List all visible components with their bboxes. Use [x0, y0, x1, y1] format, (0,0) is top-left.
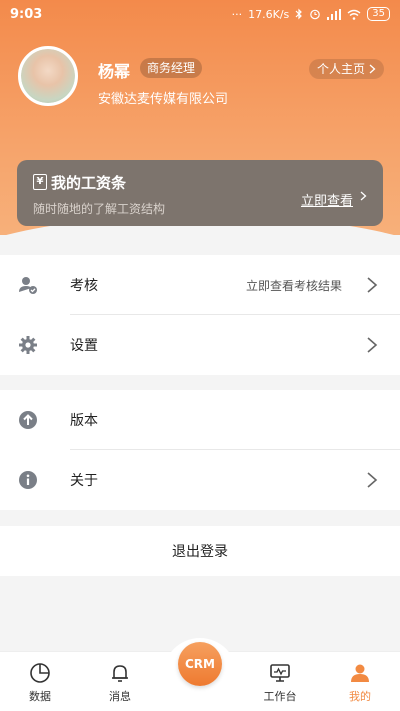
- status-indicators: ··· 17.6K/s 35: [232, 7, 390, 21]
- user-name: 杨幂: [98, 62, 131, 81]
- nav-label-workbench: 工作台: [263, 690, 297, 703]
- menu-item-settings[interactable]: 设置: [0, 315, 400, 375]
- user-check-icon: [19, 277, 37, 294]
- nav-label-data: 数据: [29, 690, 51, 703]
- menu-group-primary: 考核 立即查看考核结果 设置: [0, 255, 400, 375]
- dots-icon: ···: [231, 7, 243, 21]
- nav-tab-workbench[interactable]: 工作台: [250, 662, 310, 704]
- personal-homepage-button[interactable]: 个人主页: [308, 59, 384, 79]
- salary-title: 我的工资条: [51, 174, 127, 192]
- company-name: 安徽达麦传媒有限公司: [98, 92, 229, 107]
- arrow-up-circle-icon: [19, 411, 37, 429]
- menu-item-version[interactable]: 版本: [0, 390, 400, 450]
- avatar[interactable]: [18, 46, 78, 106]
- menu-item-about[interactable]: 关于: [0, 450, 400, 510]
- chevron-right-icon: [367, 472, 378, 488]
- battery-indicator: 35: [367, 7, 390, 21]
- assessment-hint: 立即查看考核结果: [245, 278, 342, 293]
- logout-label: 退出登录: [172, 544, 228, 560]
- logout-button[interactable]: 退出登录: [0, 526, 400, 576]
- crm-label: CRM: [185, 657, 215, 671]
- home-link-label: 个人主页: [316, 62, 365, 76]
- status-bar: 9:03 ··· 17.6K/s 35: [0, 0, 400, 28]
- settings-label: 设置: [70, 338, 98, 354]
- person-icon: [351, 664, 369, 682]
- network-speed: 17.6K/s: [248, 7, 290, 21]
- alarm-icon: [309, 8, 321, 20]
- gear-icon: [19, 336, 37, 354]
- salary-view-link[interactable]: 立即查看: [301, 190, 353, 209]
- signal-icon: [327, 8, 342, 20]
- salary-subtitle: 随时随地的了解工资结构: [33, 202, 166, 216]
- avatar-image: [21, 49, 75, 103]
- nav-label-messages: 消息: [109, 690, 131, 703]
- pie-chart-icon: [30, 663, 50, 683]
- chevron-right-icon: [367, 337, 378, 353]
- nav-label-mine: 我的: [349, 690, 371, 703]
- nav-tab-data[interactable]: 数据: [10, 662, 70, 704]
- menu-item-assessment[interactable]: 考核 立即查看考核结果: [0, 255, 400, 315]
- status-time: 9:03: [10, 6, 43, 22]
- salary-card[interactable]: ¥ 我的工资条 随时随地的了解工资结构 立即查看: [17, 160, 383, 226]
- role-badge: 商务经理: [140, 58, 203, 78]
- nav-tab-mine[interactable]: 我的: [330, 662, 390, 704]
- yuan-icon: ¥: [33, 174, 47, 190]
- chevron-right-icon: [360, 190, 367, 206]
- bell-icon: [112, 665, 128, 682]
- about-label: 关于: [70, 473, 98, 489]
- info-circle-icon: [19, 471, 37, 489]
- crm-button[interactable]: CRM: [178, 642, 222, 686]
- chevron-right-icon: [367, 277, 378, 293]
- bluetooth-icon: [295, 8, 303, 20]
- nav-tab-messages[interactable]: 消息: [90, 662, 150, 704]
- menu-group-secondary: 版本 关于: [0, 390, 400, 510]
- chevron-right-icon: [369, 64, 376, 74]
- wifi-icon: [347, 9, 361, 20]
- assessment-label: 考核: [70, 278, 98, 294]
- monitor-icon: [270, 664, 290, 682]
- version-label: 版本: [70, 413, 98, 429]
